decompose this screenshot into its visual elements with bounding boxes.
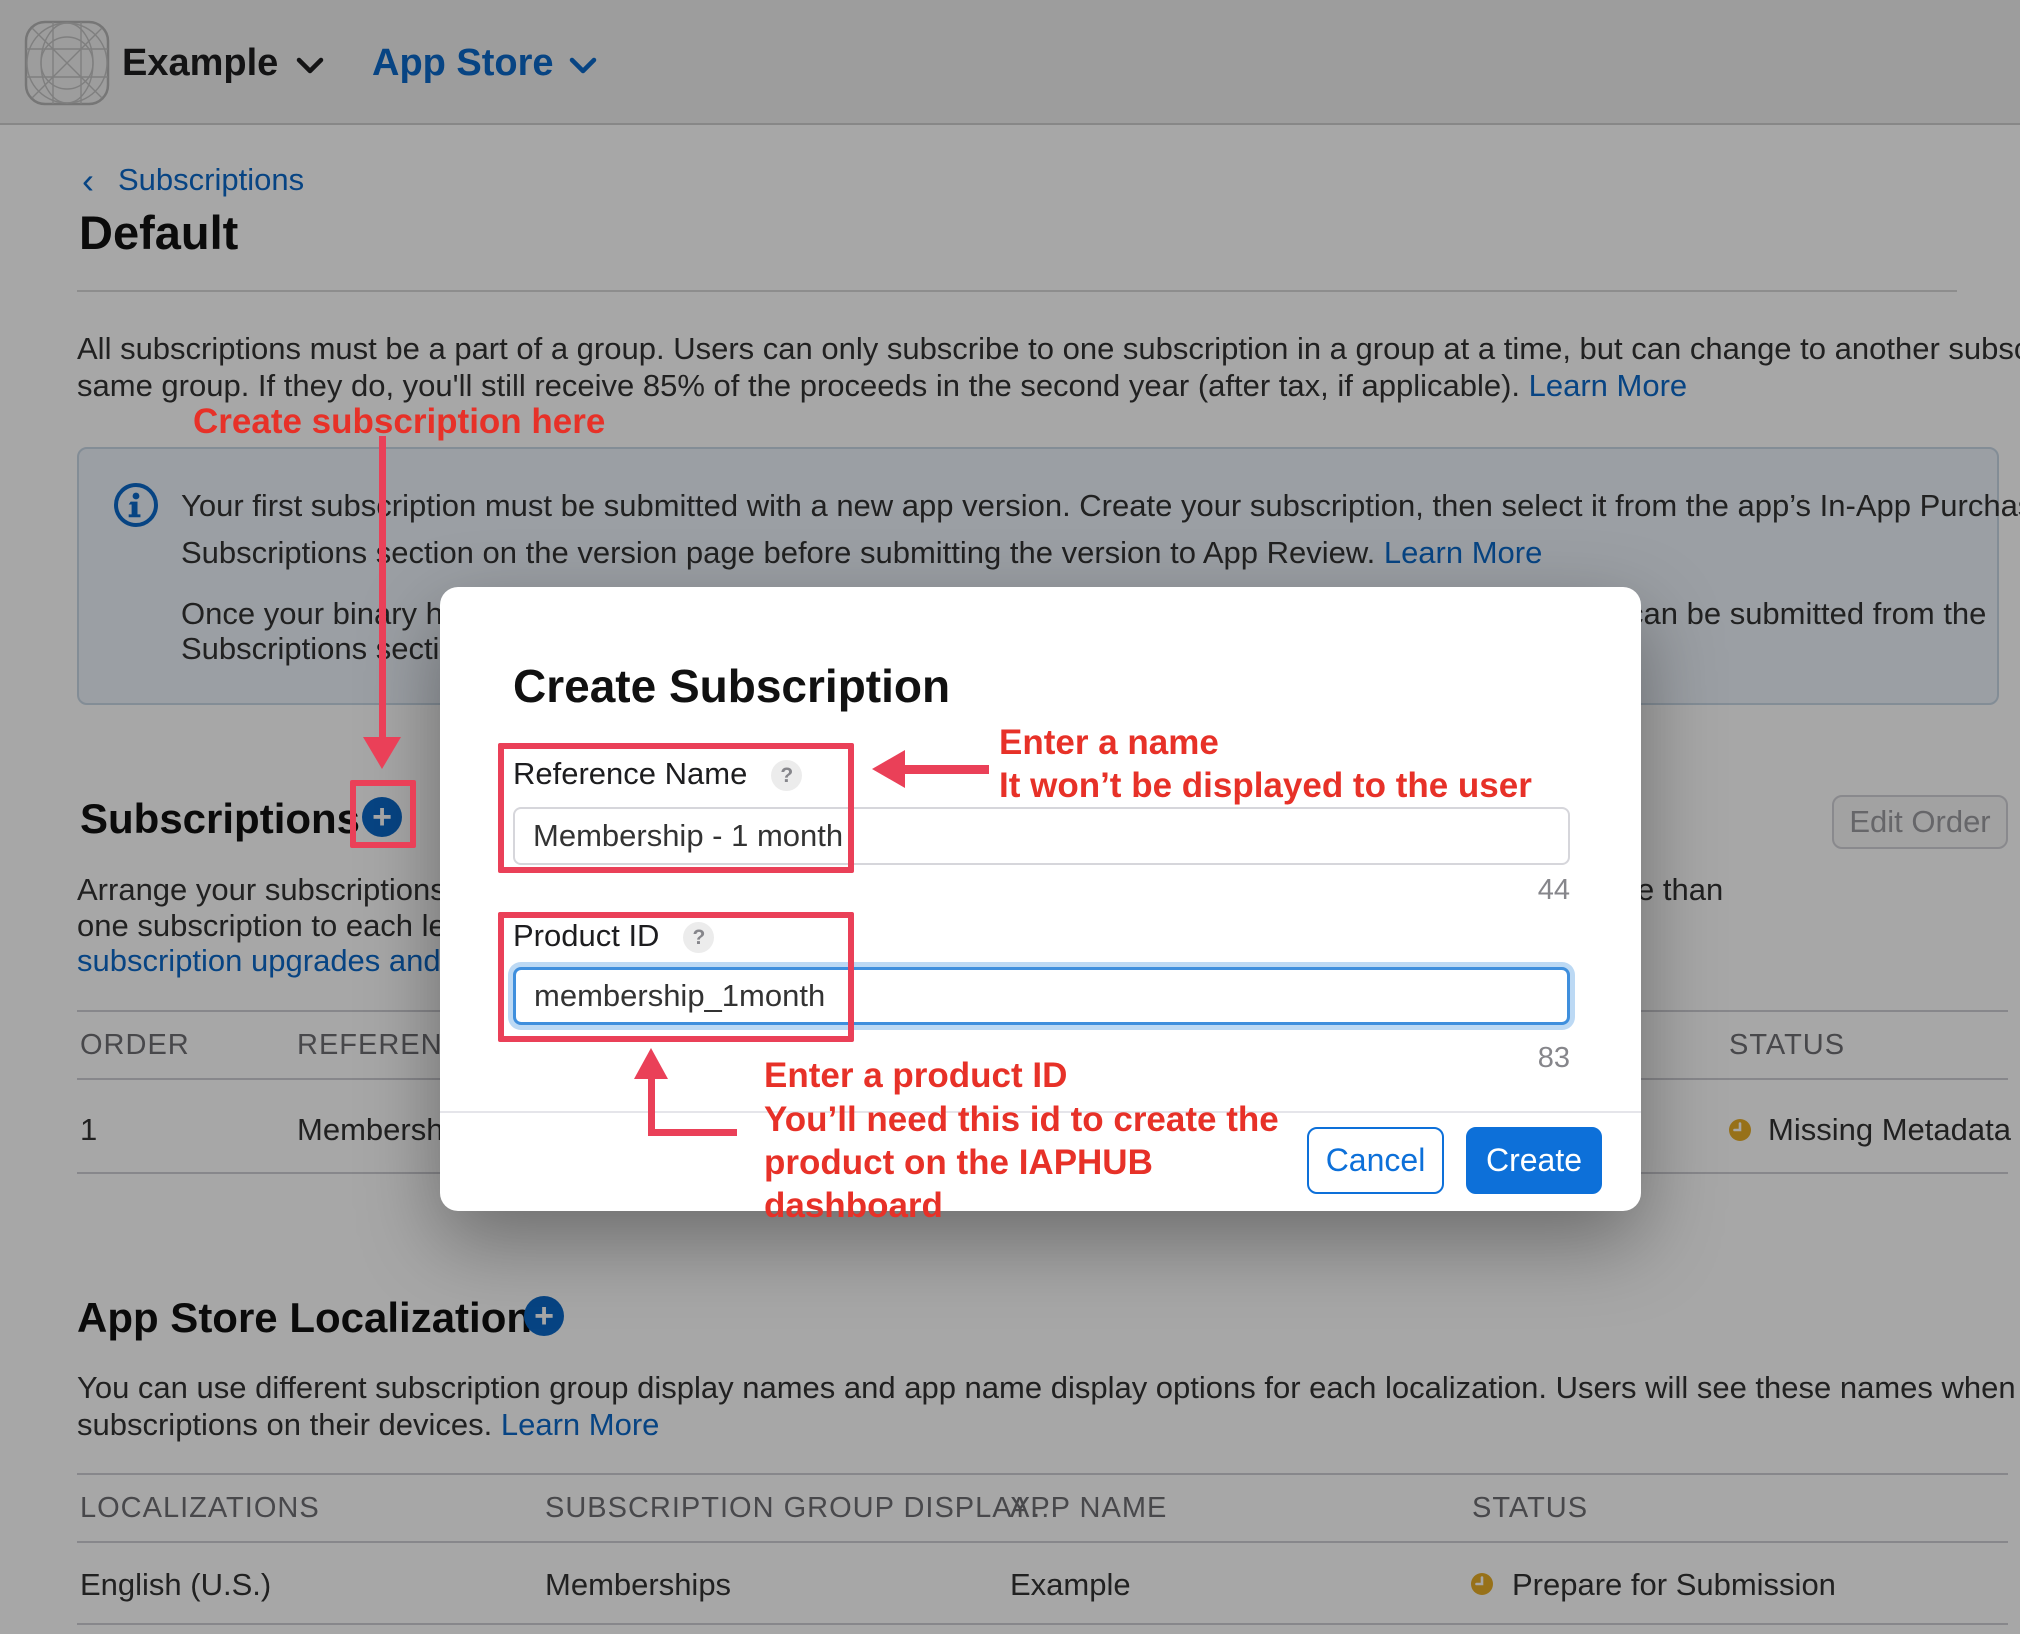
annotation-arrow-left-head (872, 750, 905, 788)
cancel-button[interactable]: Cancel (1307, 1127, 1444, 1194)
annotation-box-product-id (498, 912, 854, 1042)
modal-title: Create Subscription (513, 659, 950, 713)
create-label: Create (1486, 1142, 1582, 1179)
annotation-enter-name-line-1: Enter a name (999, 723, 1219, 763)
annotation-arrow-up-elbow (651, 1129, 737, 1136)
annotation-arrow-up-head (634, 1048, 668, 1079)
annotation-arrow-up-shaft (648, 1078, 655, 1136)
annotation-product-id-line-2: You’ll need this id to create the (764, 1100, 1279, 1140)
annotation-product-id-line-1: Enter a product ID (764, 1056, 1067, 1096)
screen: Example App Store ‹ Subscriptions Defaul… (0, 0, 2020, 1634)
annotation-box-reference-name (498, 743, 854, 873)
annotation-box-plus-button (350, 780, 416, 848)
product-id-char-count: 83 (1450, 1042, 1570, 1075)
cancel-label: Cancel (1326, 1142, 1426, 1179)
reference-name-char-count: 44 (1450, 874, 1570, 907)
annotation-product-id-line-3: product on the IAPHUB (764, 1143, 1153, 1183)
create-button[interactable]: Create (1466, 1127, 1602, 1194)
annotation-arrow-down-head (363, 737, 401, 769)
annotation-arrow-left-shaft (905, 765, 989, 774)
annotation-product-id-line-4: dashboard (764, 1186, 943, 1226)
annotation-arrow-down-shaft (379, 436, 386, 738)
annotation-enter-name-line-2: It won’t be displayed to the user (999, 766, 1532, 806)
annotation-create-here: Create subscription here (193, 402, 605, 442)
